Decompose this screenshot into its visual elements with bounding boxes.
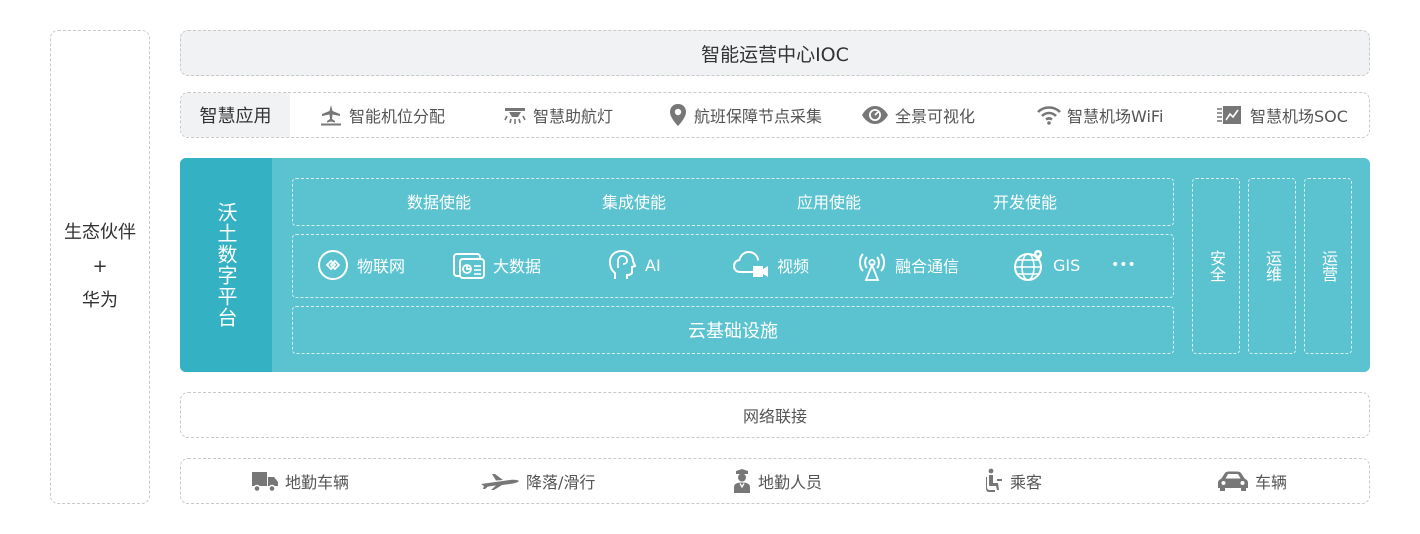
terminal-ground-vehicle[interactable]: 地勤车辆 — [251, 459, 349, 503]
truck-icon — [252, 472, 278, 493]
side-maintenance[interactable]: 运维 — [1248, 178, 1296, 354]
app-item-panorama[interactable]: 全景可视化 — [861, 93, 975, 137]
app-label: 航班保障节点采集 — [694, 107, 823, 126]
terminal-ground-staff[interactable]: 地勤人员 — [732, 459, 822, 503]
runway-light-icon — [504, 108, 526, 124]
ground-staff-icon — [734, 469, 750, 493]
enabler-integration[interactable]: 集成使能 — [602, 179, 666, 223]
enabler-data[interactable]: 数据使能 — [407, 179, 471, 223]
car-icon — [1218, 471, 1248, 491]
partner-plus: + — [92, 256, 108, 277]
cloud-label: 云基础设施 — [688, 321, 778, 342]
app-label: 智慧机场SOC — [1250, 107, 1348, 126]
enablement-row: 数据使能 集成使能 应用使能 开发使能 — [292, 178, 1174, 226]
plane-landing-icon — [481, 474, 519, 490]
iot-icon — [318, 250, 348, 280]
soc-dashboard-icon — [1217, 106, 1241, 124]
airplane-stand-icon — [321, 105, 341, 126]
tech-label: 大数据 — [493, 257, 542, 276]
terminal-label: 乘客 — [1010, 473, 1043, 492]
tech-big-data[interactable]: 大数据 — [453, 235, 541, 295]
partner-huawei: 华为 — [82, 290, 118, 311]
smart-apps-row: 智慧应用 智能机位分配 智慧助航灯 航班保障节点采集 全景可视化 智慧机场WiF… — [180, 92, 1370, 138]
antenna-icon — [859, 253, 885, 281]
partner-ecosystem: 生态伙伴 — [64, 222, 136, 243]
terminal-label: 地勤人员 — [758, 473, 823, 492]
platform-title-box: 沃土数字平台 — [180, 158, 272, 372]
tech-label: AI — [645, 255, 661, 275]
wifi-icon — [1037, 106, 1061, 125]
tech-label: 融合通信 — [895, 257, 960, 276]
tech-iot[interactable]: 物联网 — [317, 235, 405, 295]
tech-label: GIS — [1053, 255, 1081, 275]
tech-ai[interactable]: AI — [607, 235, 661, 295]
location-pin-icon — [670, 104, 686, 126]
enabler-application[interactable]: 应用使能 — [797, 179, 861, 223]
tech-label: 物联网 — [357, 257, 406, 276]
more-icon[interactable]: ••• — [1111, 235, 1136, 295]
terminal-passenger[interactable]: 乘客 — [986, 459, 1042, 503]
platform-title: 沃土数字平台 — [214, 202, 238, 328]
tech-gis[interactable]: GIS — [1013, 235, 1080, 295]
app-item-soc[interactable]: 智慧机场SOC — [1216, 93, 1348, 137]
partner-box: 生态伙伴 + 华为 — [50, 30, 150, 504]
technology-row: 物联网 大数据 AI 视频 融合通信 GIS ••• — [292, 234, 1174, 298]
app-label: 全景可视化 — [895, 107, 976, 126]
passenger-icon — [986, 468, 1002, 492]
terminal-vehicle[interactable]: 车辆 — [1217, 459, 1287, 503]
side-label: 运维 — [1263, 250, 1282, 282]
app-item-wifi[interactable]: 智慧机场WiFi — [1037, 93, 1163, 137]
app-label: 智慧机场WiFi — [1067, 107, 1164, 126]
tech-label: 视频 — [777, 257, 810, 276]
app-label: 智能机位分配 — [349, 107, 446, 126]
side-label: 运营 — [1319, 250, 1338, 282]
terminal-label: 车辆 — [1255, 473, 1288, 492]
eye-icon — [862, 106, 888, 124]
tech-comm[interactable]: 融合通信 — [857, 235, 959, 295]
network-connection[interactable]: 网络联接 — [180, 392, 1370, 438]
smart-apps-label: 智慧应用 — [181, 93, 290, 137]
ioc-bar[interactable]: 智能运营中心IOC — [180, 30, 1370, 76]
terminal-landing[interactable]: 降落/滑行 — [480, 459, 595, 503]
cloud-video-icon — [733, 250, 768, 277]
app-item-node-collection[interactable]: 航班保障节点采集 — [668, 93, 822, 137]
network-label: 网络联接 — [742, 407, 807, 426]
side-label: 安全 — [1207, 250, 1226, 282]
app-label: 智慧助航灯 — [533, 107, 614, 126]
app-item-stand-allocation[interactable]: 智能机位分配 — [319, 93, 445, 137]
enabler-development[interactable]: 开发使能 — [993, 179, 1057, 223]
tech-video[interactable]: 视频 — [733, 235, 809, 295]
side-operations[interactable]: 运营 — [1304, 178, 1352, 354]
side-security[interactable]: 安全 — [1192, 178, 1240, 354]
terminal-label: 降落/滑行 — [526, 473, 596, 492]
ioc-title: 智能运营中心IOC — [701, 43, 849, 66]
terminals-row: 地勤车辆 降落/滑行 地勤人员 乘客 车辆 — [180, 458, 1370, 504]
globe-pin-icon — [1014, 250, 1042, 281]
digital-platform: 沃土数字平台 数据使能 集成使能 应用使能 开发使能 物联网 大数据 AI 视频… — [180, 158, 1370, 372]
ai-head-icon — [608, 249, 637, 279]
app-item-nav-light[interactable]: 智慧助航灯 — [503, 93, 613, 137]
big-data-icon — [453, 253, 485, 279]
terminal-label: 地勤车辆 — [285, 473, 350, 492]
cloud-infrastructure[interactable]: 云基础设施 — [292, 306, 1174, 354]
